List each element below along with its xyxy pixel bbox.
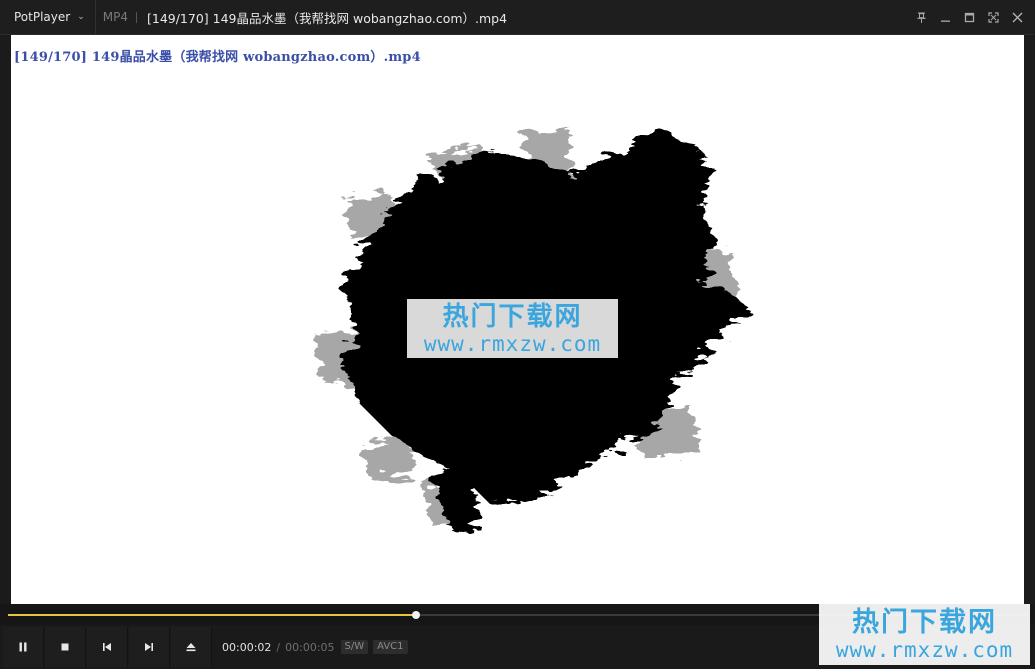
current-time: 00:00:02 bbox=[222, 640, 272, 654]
eject-button[interactable] bbox=[171, 627, 212, 667]
pin-button[interactable] bbox=[909, 0, 933, 35]
total-time: 00:00:05 bbox=[285, 640, 335, 654]
stop-icon bbox=[61, 643, 69, 651]
stop-button[interactable] bbox=[45, 627, 86, 667]
close-icon bbox=[1012, 12, 1022, 23]
maximize-button[interactable] bbox=[957, 0, 981, 35]
maximize-icon bbox=[964, 12, 974, 23]
fullscreen-icon bbox=[987, 12, 999, 23]
title-divider bbox=[135, 11, 137, 23]
next-button[interactable] bbox=[129, 627, 170, 667]
pin-icon bbox=[917, 12, 925, 23]
time-separator: / bbox=[276, 640, 281, 654]
previous-button[interactable] bbox=[87, 627, 128, 667]
app-name: PotPlayer bbox=[14, 10, 71, 24]
minimize-icon bbox=[940, 20, 950, 22]
window-controls bbox=[909, 0, 1029, 35]
fullscreen-button[interactable] bbox=[981, 0, 1005, 35]
title-bar: PotPlayer ⌄ MP4 [149/170] 149晶品水墨（我帮找网 w… bbox=[0, 0, 1035, 35]
watermark-cn: 热门下载网 bbox=[442, 301, 583, 332]
pause-button[interactable] bbox=[3, 627, 44, 667]
previous-icon bbox=[103, 643, 111, 651]
seek-handle[interactable] bbox=[412, 611, 420, 619]
next-icon bbox=[145, 643, 153, 651]
corner-watermark-url: www.rmxzw.com bbox=[835, 637, 1014, 662]
time-display[interactable]: 00:00:02 / 00:00:05 bbox=[222, 641, 335, 654]
window-title: [149/170] 149晶品水墨（我帮找网 wobangzhao.com）.m… bbox=[146, 10, 508, 26]
close-button[interactable] bbox=[1005, 0, 1029, 35]
chevron-down-icon: ⌄ bbox=[77, 12, 85, 22]
format-label: MP4 bbox=[102, 10, 128, 24]
eject-icon bbox=[186, 643, 196, 652]
corner-watermark: 热门下载网 www.rmxzw.com bbox=[819, 604, 1030, 665]
watermark-url: www.rmxzw.com bbox=[423, 331, 602, 356]
app-menu-button[interactable]: PotPlayer ⌄ bbox=[0, 0, 96, 35]
pause-icon bbox=[19, 642, 27, 652]
corner-watermark-cn: 热门下载网 bbox=[852, 606, 997, 638]
renderer-tag[interactable]: S/W bbox=[340, 640, 369, 654]
minimize-button[interactable] bbox=[933, 0, 957, 35]
center-watermark: 热门下载网 www.rmxzw.com bbox=[407, 299, 618, 358]
video-canvas[interactable]: [149/170] 149晶品水墨（我帮找网 wobangzhao.com）.m… bbox=[11, 35, 1024, 604]
codec-tag[interactable]: AVC1 bbox=[373, 640, 408, 654]
osd-file-title: [149/170] 149晶品水墨（我帮找网 wobangzhao.com）.m… bbox=[14, 50, 421, 65]
seek-progress bbox=[8, 614, 416, 616]
